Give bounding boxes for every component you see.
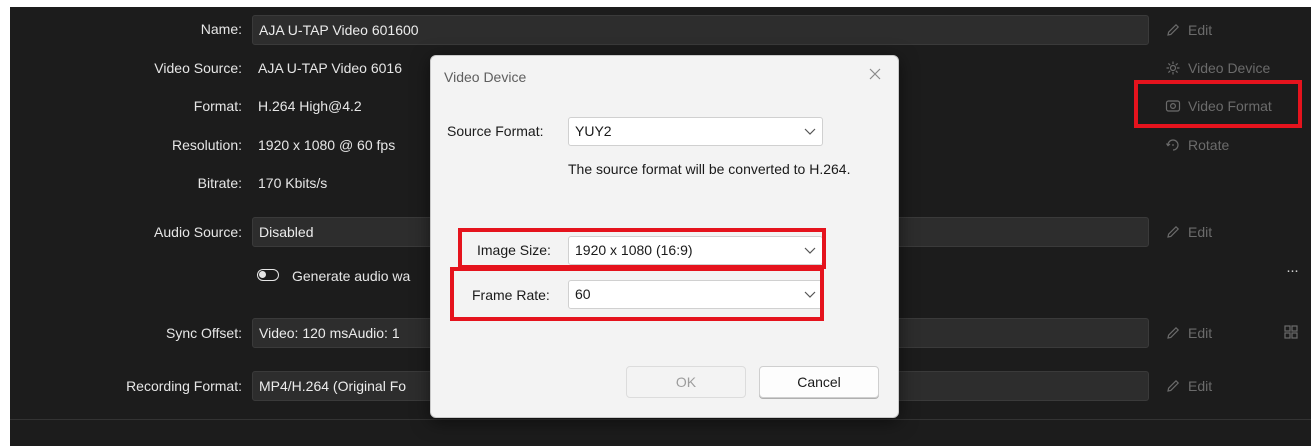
chevron-down-icon xyxy=(804,128,816,135)
edit-sync-offset-button[interactable]: Edit xyxy=(1165,325,1212,341)
edit-sync-offset-label: Edit xyxy=(1188,325,1213,341)
audio-source-label: Audio Source: xyxy=(154,224,242,240)
rotate-button[interactable]: Rotate xyxy=(1165,137,1229,153)
dialog-title: Video Device xyxy=(444,69,527,85)
recording-format-label: Recording Format: xyxy=(126,378,242,394)
rotate-icon xyxy=(1166,139,1179,151)
bitrate-label: Bitrate: xyxy=(197,175,242,191)
edit-recording-format-label: Edit xyxy=(1188,378,1213,394)
video-source-value: AJA U-TAP Video 6016 xyxy=(258,60,402,76)
format-label: Format: xyxy=(193,98,242,114)
video-format-highlight xyxy=(1134,80,1302,128)
video-source-label: Video Source: xyxy=(154,60,242,76)
video-device-button[interactable]: Video Device xyxy=(1165,60,1270,76)
edit-audio-button[interactable]: Edit xyxy=(1165,224,1212,240)
edit-name-label: Edit xyxy=(1188,22,1213,38)
edit-audio-label: Edit xyxy=(1188,224,1213,240)
format-value: H.264 High@4.2 xyxy=(258,98,362,114)
ok-button[interactable]: OK xyxy=(626,366,746,398)
source-format-select[interactable]: YUY2 xyxy=(568,117,823,146)
sync-settings-button[interactable] xyxy=(1283,324,1299,345)
conversion-note: The source format will be converted to H… xyxy=(568,161,851,177)
section-divider xyxy=(10,419,1311,420)
rotate-label: Rotate xyxy=(1188,137,1230,153)
pencil-icon xyxy=(1167,379,1180,392)
video-device-label: Video Device xyxy=(1188,60,1271,76)
settings-icon xyxy=(1166,61,1180,75)
resolution-value: 1920 x 1080 @ 60 fps xyxy=(258,137,396,153)
pencil-icon xyxy=(1167,23,1180,36)
resolution-label: Resolution: xyxy=(171,137,242,153)
name-field[interactable]: AJA U-TAP Video 601600 xyxy=(252,15,1149,45)
source-format-label: Source Format: xyxy=(447,123,544,139)
frame-rate-highlight xyxy=(450,267,824,321)
more-options-button[interactable]: ··· xyxy=(1286,262,1299,279)
grid-icon xyxy=(1284,325,1298,339)
generate-audio-label: Generate audio wa xyxy=(292,268,411,284)
image-size-highlight xyxy=(458,228,826,269)
edit-name-button[interactable]: Edit xyxy=(1165,22,1212,38)
generate-audio-toggle[interactable] xyxy=(257,269,279,281)
pencil-icon xyxy=(1167,225,1180,238)
bitrate-value: 170 Kbits/s xyxy=(258,175,328,191)
cancel-button[interactable]: Cancel xyxy=(759,366,879,398)
source-format-value: YUY2 xyxy=(575,123,612,139)
name-label: Name: xyxy=(200,21,242,37)
pencil-icon xyxy=(1167,326,1180,339)
sync-offset-label: Sync Offset: xyxy=(166,325,242,341)
edit-recording-format-button[interactable]: Edit xyxy=(1165,378,1212,394)
close-icon[interactable] xyxy=(866,65,884,83)
